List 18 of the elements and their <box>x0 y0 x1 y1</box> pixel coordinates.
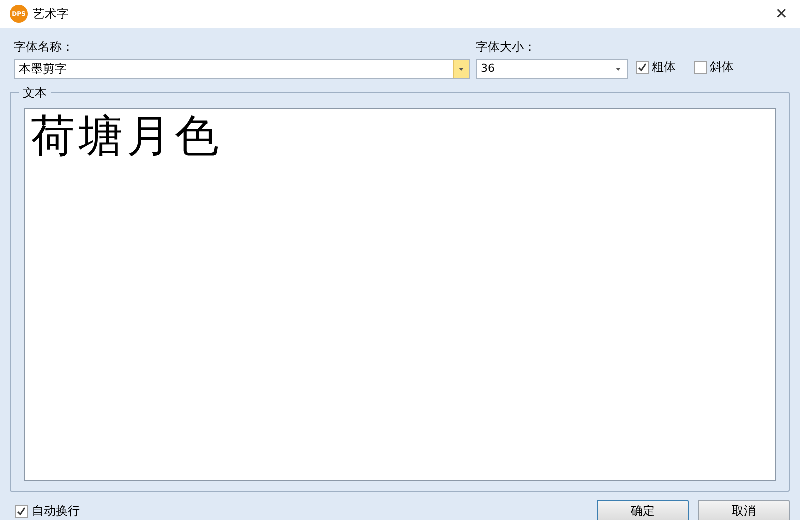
caret-icon <box>459 68 464 70</box>
checkbox[interactable] <box>636 60 649 74</box>
checkbox[interactable] <box>15 504 28 518</box>
checkbox-label: 斜体 <box>710 59 734 76</box>
close-button[interactable]: ✕ <box>775 2 788 26</box>
cancel-button[interactable]: 取消 <box>698 500 790 520</box>
dropdown-button[interactable] <box>453 60 469 78</box>
text-area[interactable]: 荷塘月色 <box>24 108 776 481</box>
window-title: 艺术字 <box>33 6 69 23</box>
font-size-combo[interactable]: 36 <box>476 59 628 79</box>
field-label: 字体大小： <box>476 39 537 56</box>
font-name-combo[interactable]: 本墨剪字 <box>14 59 470 79</box>
checkbox[interactable] <box>694 60 707 74</box>
ok-button[interactable]: 确定 <box>597 500 689 520</box>
field-label: 字体名称： <box>14 39 75 56</box>
checkbox-label: 粗体 <box>652 59 676 76</box>
checkbox-label: 自动换行 <box>32 503 80 520</box>
caret-icon <box>616 68 621 70</box>
